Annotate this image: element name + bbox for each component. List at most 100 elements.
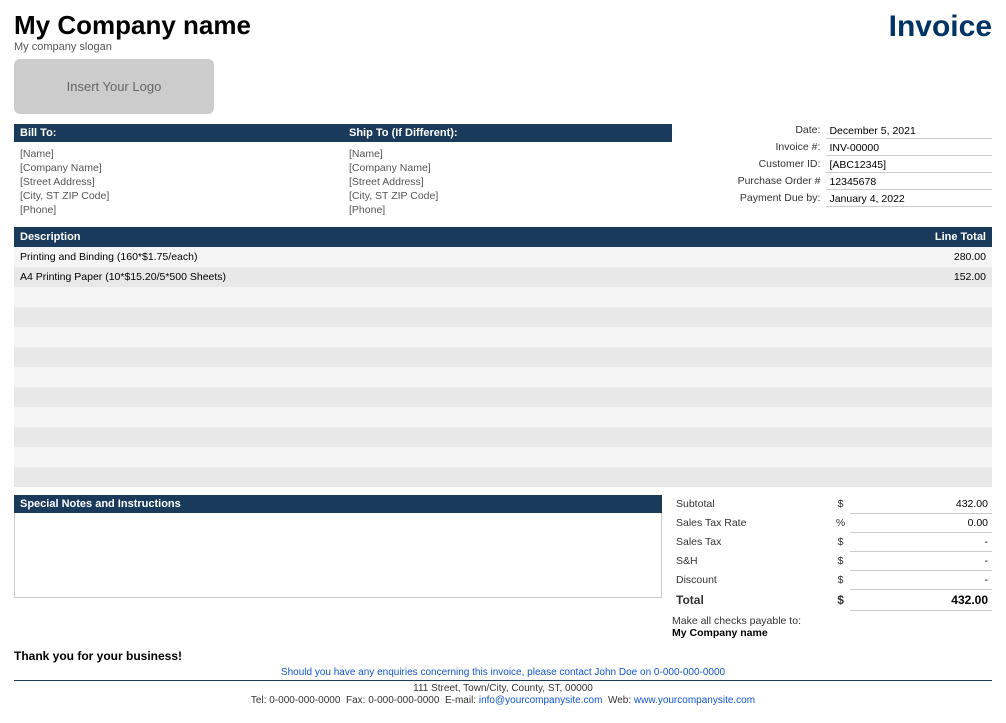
table-row xyxy=(14,347,992,367)
row-description: A4 Printing Paper (10*$15.20/5*500 Sheet… xyxy=(14,267,892,287)
discount-currency: $ xyxy=(832,571,850,590)
bill-to-phone: [Phone] xyxy=(20,203,337,217)
table-row: A4 Printing Paper (10*$15.20/5*500 Sheet… xyxy=(14,267,992,287)
row-description xyxy=(14,347,892,367)
table-row xyxy=(14,307,992,327)
bill-to-header: Bill To: xyxy=(14,124,343,142)
table-row xyxy=(14,427,992,447)
totals-table: Subtotal $ 432.00 Sales Tax Rate % 0.00 … xyxy=(672,495,992,611)
col-line-total: Line Total xyxy=(892,227,992,247)
subtotal-value: 432.00 xyxy=(850,495,992,514)
thank-you: Thank you for your business! xyxy=(14,649,992,663)
table-row xyxy=(14,387,992,407)
total-row: Total $ 432.00 xyxy=(672,590,992,611)
sales-tax-row: Sales Tax $ - xyxy=(672,533,992,552)
items-table: Description Line Total Printing and Bind… xyxy=(14,227,992,487)
row-description xyxy=(14,287,892,307)
payable-company: My Company name xyxy=(672,627,768,639)
payable-label: Make all checks payable to: xyxy=(672,615,801,627)
notes-body[interactable] xyxy=(14,513,662,598)
footer-web[interactable]: www.yourcompanysite.com xyxy=(634,695,755,706)
footer-email-label: E-mail: xyxy=(445,695,476,706)
address-section: Bill To: [Name] [Company Name] [Street A… xyxy=(14,124,992,219)
row-description xyxy=(14,307,892,327)
table-row xyxy=(14,287,992,307)
ship-to-header: Ship To (If Different): xyxy=(343,124,672,142)
row-description xyxy=(14,407,892,427)
row-description xyxy=(14,367,892,387)
payable-to: Make all checks payable to: My Company n… xyxy=(672,615,992,639)
row-description: Printing and Binding (160*$1.75/each) xyxy=(14,247,892,267)
row-line-total xyxy=(892,307,992,327)
ship-to-city: [City, ST ZIP Code] xyxy=(349,189,666,203)
tax-rate-row: Sales Tax Rate % 0.00 xyxy=(672,514,992,533)
sh-value: - xyxy=(850,552,992,571)
footer-address: 111 Street, Town/City, County, ST, 00000 xyxy=(14,680,992,694)
total-label: Total xyxy=(672,590,832,611)
ship-to-block: Ship To (If Different): [Name] [Company … xyxy=(343,124,672,219)
table-row xyxy=(14,327,992,347)
company-slogan: My company slogan xyxy=(14,41,251,53)
discount-value: - xyxy=(850,571,992,590)
footer-fax: Fax: 0-000-000-0000 xyxy=(346,695,439,706)
sh-row: S&H $ - xyxy=(672,552,992,571)
ship-to-company: [Company Name] xyxy=(349,161,666,175)
subtotal-label: Subtotal xyxy=(672,495,832,514)
row-line-total xyxy=(892,367,992,387)
company-info: My Company name My company slogan xyxy=(14,10,251,53)
discount-label: Discount xyxy=(672,571,832,590)
footer-contact: Tel: 0-000-000-0000 Fax: 0-000-000-0000 … xyxy=(14,695,992,706)
bill-to-street: [Street Address] xyxy=(20,175,337,189)
table-row: Printing and Binding (160*$1.75/each)280… xyxy=(14,247,992,267)
sh-currency: $ xyxy=(832,552,850,571)
due-date-value: January 4, 2022 xyxy=(826,192,992,207)
row-line-total xyxy=(892,347,992,367)
bottom-section: Special Notes and Instructions Subtotal … xyxy=(14,495,992,639)
row-line-total xyxy=(892,467,992,487)
date-label: Date: xyxy=(682,124,820,139)
invoice-title: Invoice xyxy=(889,10,992,44)
bill-to-block: Bill To: [Name] [Company Name] [Street A… xyxy=(14,124,343,219)
bill-to-company: [Company Name] xyxy=(20,161,337,175)
row-line-total: 280.00 xyxy=(892,247,992,267)
col-description: Description xyxy=(14,227,892,247)
company-name: My Company name xyxy=(14,10,251,41)
row-description xyxy=(14,327,892,347)
invoice-page: My Company name My company slogan Insert… xyxy=(0,0,1006,716)
company-block: My Company name My company slogan Insert… xyxy=(14,10,251,114)
header: My Company name My company slogan Insert… xyxy=(14,10,992,114)
sales-tax-currency: $ xyxy=(832,533,850,552)
footer-enquiry: Should you have any enquiries concerning… xyxy=(14,667,992,678)
tax-rate-value: 0.00 xyxy=(850,514,992,533)
subtotal-currency: $ xyxy=(832,495,850,514)
footer-tel: Tel: 0-000-000-0000 xyxy=(251,695,341,706)
footer-email[interactable]: info@yourcompanysite.com xyxy=(479,695,603,706)
footer: Thank you for your business! Should you … xyxy=(14,649,992,706)
invoice-meta: Date: December 5, 2021 Invoice #: INV-00… xyxy=(672,124,992,207)
tax-rate-label: Sales Tax Rate xyxy=(672,514,832,533)
subtotal-row: Subtotal $ 432.00 xyxy=(672,495,992,514)
sales-tax-value: - xyxy=(850,533,992,552)
total-value: 432.00 xyxy=(850,590,992,611)
bill-to-name: [Name] xyxy=(20,147,337,161)
table-row xyxy=(14,407,992,427)
notes-header: Special Notes and Instructions xyxy=(14,495,662,513)
row-line-total xyxy=(892,407,992,427)
customer-id-label: Customer ID: xyxy=(682,158,820,173)
invoice-num-value: INV-00000 xyxy=(826,141,992,156)
notes-section: Special Notes and Instructions xyxy=(14,495,662,598)
ship-to-fields: [Name] [Company Name] [Street Address] [… xyxy=(343,145,672,219)
row-line-total xyxy=(892,287,992,307)
footer-web-label: Web: xyxy=(608,695,631,706)
bill-to-fields: [Name] [Company Name] [Street Address] [… xyxy=(14,145,343,219)
sh-label: S&H xyxy=(672,552,832,571)
row-line-total xyxy=(892,327,992,347)
row-line-total xyxy=(892,387,992,407)
invoice-num-label: Invoice #: xyxy=(682,141,820,156)
row-description xyxy=(14,387,892,407)
row-line-total xyxy=(892,447,992,467)
row-line-total: 152.00 xyxy=(892,267,992,287)
totals-section: Subtotal $ 432.00 Sales Tax Rate % 0.00 … xyxy=(672,495,992,639)
customer-id-value: [ABC12345] xyxy=(826,158,992,173)
bill-to-city: [City, ST ZIP Code] xyxy=(20,189,337,203)
